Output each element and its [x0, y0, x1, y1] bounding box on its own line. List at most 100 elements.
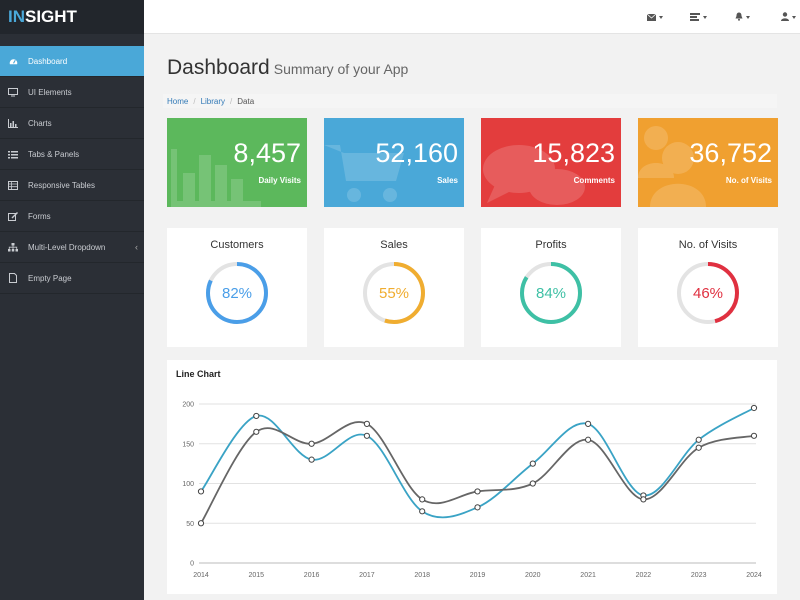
- tasks-dropdown[interactable]: [690, 11, 707, 23]
- sidebar-item-responsive-tables[interactable]: Responsive Tables: [0, 170, 144, 201]
- sidebar-item-tabs-panels[interactable]: Tabs & Panels: [0, 139, 144, 170]
- sidebar-item-label: Multi-Level Dropdown: [28, 242, 106, 252]
- sidebar-item-label: UI Elements: [28, 87, 72, 97]
- sidebar-nav: Dashboard UI Elements Charts Tabs & Pane…: [0, 46, 144, 294]
- sidebar-item-label: Charts: [28, 118, 52, 128]
- x-tick-label: 2020: [525, 572, 541, 579]
- bar-chart-icon: [8, 118, 18, 128]
- sidebar-item-ui-elements[interactable]: UI Elements: [0, 77, 144, 108]
- table-icon: [8, 180, 18, 190]
- donut-percent: 82%: [221, 285, 253, 302]
- data-point: [474, 504, 481, 511]
- sidebar-item-label: Forms: [28, 211, 51, 221]
- page-title: Dashboard: [167, 56, 270, 79]
- bell-icon: [735, 8, 743, 26]
- alerts-dropdown[interactable]: [735, 11, 750, 23]
- tasks-icon: [690, 8, 700, 26]
- x-tick-label: 2022: [636, 572, 652, 579]
- caret-down-icon: [659, 15, 663, 19]
- data-point: [197, 520, 205, 527]
- stat-card-visits: 36,752 No. of Visits: [638, 118, 778, 207]
- edit-icon: [8, 211, 18, 221]
- list-icon: [8, 149, 18, 159]
- envelope-icon: [646, 8, 657, 26]
- data-point: [308, 456, 315, 463]
- x-tick-label: 2014: [193, 572, 209, 579]
- x-tick-label: 2018: [414, 572, 430, 579]
- sidebar-item-multi-level-dropdown[interactable]: Multi-Level Dropdown ‹: [0, 232, 144, 263]
- y-tick-label: 150: [182, 441, 194, 448]
- messages-dropdown[interactable]: [646, 8, 663, 26]
- page-header: Dashboard Summary of your App: [167, 56, 408, 80]
- y-tick-label: 0: [190, 561, 194, 568]
- stat-value: 36,752: [689, 138, 772, 168]
- donut-card-profits: Profits 84%: [481, 228, 621, 347]
- caret-down-icon: [703, 15, 707, 19]
- x-tick-label: 2024: [746, 572, 762, 579]
- line-chart: 0 50 100 150 200 2014 2015 2016 2017 2018 2019 2020…: [182, 402, 762, 580]
- chevron-left-icon: ‹: [135, 242, 138, 252]
- top-navbar: [144, 0, 800, 34]
- data-point: [640, 496, 647, 503]
- data-point: [474, 488, 481, 495]
- donut-title: Sales: [380, 239, 408, 251]
- donut-title: Customers: [210, 239, 264, 251]
- data-point: [750, 404, 758, 412]
- data-point: [363, 432, 370, 439]
- brand-prefix: IN: [8, 7, 25, 26]
- donut-card-sales: Sales 55%: [324, 228, 464, 347]
- donut-percent: 46%: [692, 285, 724, 302]
- data-point: [253, 412, 260, 420]
- data-point: [695, 436, 702, 443]
- caret-down-icon: [746, 15, 750, 19]
- line-chart-panel: 0 50 100 150 200 2014 2015 2016 2017 2018 2019 2020…: [167, 360, 777, 594]
- sidebar-item-label: Responsive Tables: [28, 180, 96, 190]
- stat-value: 15,823: [532, 138, 615, 168]
- x-tick-label: 2019: [470, 572, 486, 579]
- data-point: [529, 480, 536, 487]
- brand-logo[interactable]: IN SIGHT: [0, 0, 144, 34]
- data-point: [529, 460, 536, 467]
- donut-card-visits: No. of Visits 46%: [638, 228, 778, 347]
- data-point: [585, 436, 592, 443]
- sidebar-item-forms[interactable]: Forms: [0, 201, 144, 232]
- data-point: [695, 444, 702, 451]
- stat-card-comments: 15,823 Comments: [481, 118, 621, 207]
- stat-label: Daily Visits: [258, 176, 301, 185]
- breadcrumb: Home / Library / Data: [163, 94, 777, 108]
- sidebar-item-label: Tabs & Panels: [28, 149, 80, 159]
- stat-label: Sales: [437, 176, 458, 185]
- breadcrumb-separator: /: [193, 96, 196, 106]
- data-point: [585, 420, 592, 427]
- donut-title: No. of Visits: [678, 239, 738, 251]
- donut-title: Profits: [535, 239, 567, 251]
- sitemap-icon: [8, 242, 18, 252]
- sidebar-item-dashboard[interactable]: Dashboard: [0, 46, 144, 77]
- main-content: Dashboard Summary of your App Home / Libr…: [144, 34, 800, 600]
- user-dropdown[interactable]: [781, 11, 796, 23]
- data-point: [750, 432, 758, 439]
- data-point: [363, 420, 370, 427]
- breadcrumb-current: Data: [237, 96, 255, 106]
- data-point: [419, 496, 426, 503]
- brand-suffix: SIGHT: [25, 7, 77, 26]
- data-point: [197, 488, 205, 495]
- sidebar-item-empty-page[interactable]: Empty Page: [0, 263, 144, 294]
- stat-value: 52,160: [375, 138, 458, 168]
- data-point: [253, 428, 260, 435]
- data-point: [308, 440, 315, 447]
- breadcrumb-library[interactable]: Library: [201, 97, 225, 106]
- desktop-icon: [8, 87, 18, 97]
- page-subtitle: Summary of your App: [273, 61, 409, 77]
- sidebar: IN SIGHT Dashboard UI Elements Charts Tab…: [0, 0, 144, 600]
- sidebar-item-charts[interactable]: Charts: [0, 108, 144, 139]
- donut-card-customers: Customers 82%: [167, 228, 307, 347]
- x-tick-label: 2016: [304, 572, 320, 579]
- y-tick-label: 200: [182, 402, 194, 409]
- breadcrumb-home[interactable]: Home: [167, 97, 188, 106]
- file-icon: [8, 273, 18, 283]
- x-tick-label: 2015: [249, 572, 265, 579]
- dashboard-icon: [8, 56, 18, 66]
- x-tick-label: 2017: [359, 572, 375, 579]
- stat-card-daily-visits: 8,457 Daily Visits: [167, 118, 307, 207]
